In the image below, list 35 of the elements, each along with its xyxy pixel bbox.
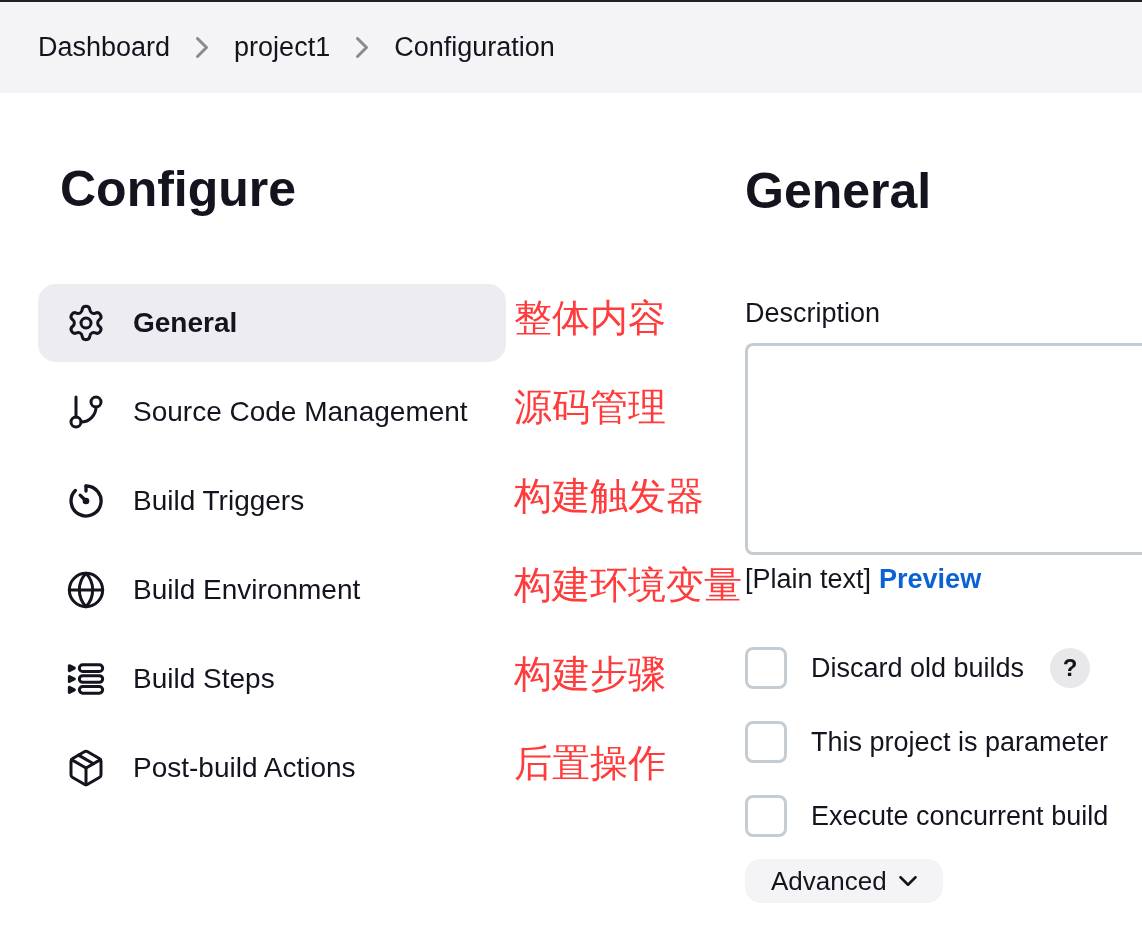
advanced-button[interactable]: Advanced: [745, 859, 943, 903]
checkbox-label: Execute concurrent build: [811, 799, 1109, 833]
annotation-text: 后置操作: [514, 741, 666, 785]
sidebar-item[interactable]: Build Steps: [38, 640, 506, 718]
chevron-right-icon: [356, 37, 369, 58]
section-title: General: [745, 162, 933, 221]
annotation-text: 构建步骤: [514, 652, 666, 696]
annotation-text: 构建环境变量: [514, 563, 742, 607]
format-label: [Plain text]: [745, 563, 872, 596]
sidebar-item[interactable]: Build Triggers: [38, 462, 506, 540]
globe-icon: [66, 570, 106, 610]
field-label: Description: [745, 297, 881, 330]
description-field[interactable]: [745, 343, 1142, 555]
checkbox-label: Discard old builds: [811, 651, 1025, 685]
chevron-down-icon: [898, 876, 917, 886]
help-button[interactable]: ?: [1050, 648, 1091, 688]
chevron-right-icon: [196, 37, 209, 58]
breadcrumb-link[interactable]: project1: [234, 27, 331, 68]
preview-link[interactable]: Preview: [879, 559, 982, 599]
timer-icon: [66, 481, 106, 521]
sidebar-item[interactable]: Post-build Actions: [38, 729, 506, 807]
sidebar-item[interactable]: Build Environment: [38, 551, 506, 629]
annotation-text: 整体内容: [514, 296, 666, 340]
checkbox-label: This project is parameter: [811, 725, 1109, 759]
checkbox[interactable]: [745, 647, 787, 689]
checkbox[interactable]: [745, 721, 787, 763]
gear-icon: [66, 303, 106, 343]
breadcrumb-link[interactable]: Configuration: [394, 27, 555, 68]
sidebar-item[interactable]: Source Code Management: [38, 373, 506, 451]
sidebar-title: Configure: [60, 160, 298, 219]
breadcrumb-link[interactable]: Dashboard: [38, 27, 171, 68]
annotation-text: 源码管理: [514, 385, 666, 429]
checkbox[interactable]: [745, 795, 787, 837]
annotation-text: 构建触发器: [514, 474, 704, 518]
sidebar-item[interactable]: General: [38, 284, 506, 362]
